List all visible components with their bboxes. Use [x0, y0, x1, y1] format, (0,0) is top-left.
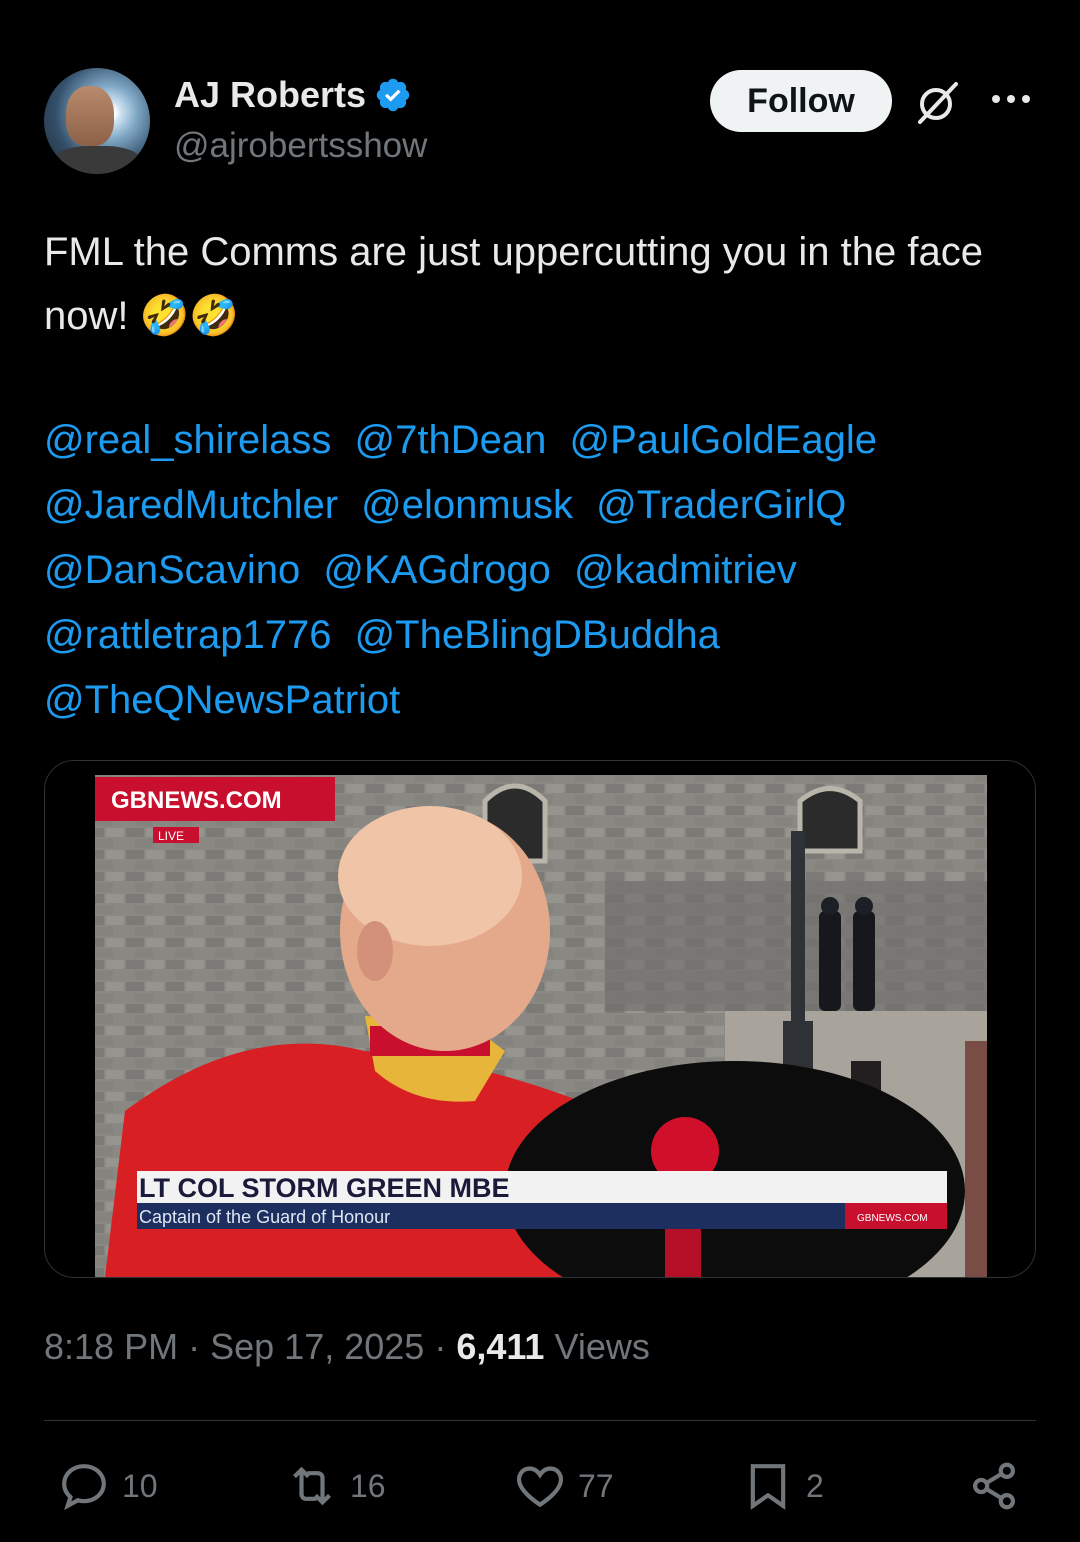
live-tag: LIVE: [158, 829, 184, 843]
like-count: 77: [578, 1467, 614, 1504]
mentions: @real_shirelass @7thDean @PaulGoldEagle …: [44, 408, 1044, 733]
grok-icon[interactable]: [914, 78, 962, 126]
bookmark-count: 2: [806, 1467, 824, 1504]
mention-link[interactable]: @DanScavino: [44, 548, 300, 592]
mention-link[interactable]: @TheQNewsPatriot: [44, 678, 400, 722]
follow-button[interactable]: Follow: [710, 70, 892, 132]
meta-separator: ·: [188, 1326, 201, 1367]
news-frame-image: GBNEWS.COM LIVE LT COL STORM GREEN MBE C…: [45, 761, 1035, 1277]
avatar-shoulders: [52, 146, 142, 174]
bookmark-button[interactable]: 2: [740, 1458, 824, 1514]
views-count: 6,411: [456, 1326, 545, 1367]
mention-link[interactable]: @rattletrap1776: [44, 613, 331, 657]
author-name-row: AJ Roberts: [174, 74, 412, 116]
tweet-text: FML the Comms are just uppercutting you …: [44, 220, 1044, 348]
bookmark-icon: [750, 1464, 786, 1510]
more-options-icon[interactable]: [988, 84, 1034, 114]
mention-link[interactable]: @kadmitriev: [574, 548, 797, 592]
mention-link[interactable]: @JaredMutchler: [44, 483, 338, 527]
like-button[interactable]: 77: [512, 1458, 614, 1514]
brand-label: GBNEWS.COM: [111, 787, 282, 814]
author-name[interactable]: AJ Roberts: [174, 74, 366, 116]
repost-icon: [293, 1466, 331, 1506]
mention-link[interactable]: @PaulGoldEagle: [569, 418, 876, 462]
mention-link[interactable]: @7thDean: [355, 418, 547, 462]
verified-badge-icon: [376, 78, 410, 112]
author-avatar[interactable]: [44, 68, 150, 174]
reply-button[interactable]: 10: [56, 1458, 158, 1514]
tweet-media[interactable]: GBNEWS.COM LIVE LT COL STORM GREEN MBE C…: [44, 760, 1036, 1278]
avatar-face: [66, 86, 114, 146]
mention-link[interactable]: @real_shirelass: [44, 418, 331, 462]
tweet-time[interactable]: 8:18 PM: [44, 1326, 178, 1367]
lower-third-subtitle: Captain of the Guard of Honour: [139, 1207, 390, 1227]
share-icon: [973, 1462, 1015, 1510]
mention-link[interactable]: @TheBlingDBuddha: [355, 613, 720, 657]
tweet-date[interactable]: Sep 17, 2025: [210, 1326, 424, 1367]
corner-brand: GBNEWS.COM: [857, 1213, 928, 1224]
mention-link[interactable]: @TraderGirlQ: [596, 483, 846, 527]
rofl-emoji: 🤣🤣: [139, 293, 240, 339]
share-button[interactable]: [966, 1458, 1022, 1514]
views-label: Views: [554, 1326, 650, 1367]
mention-link[interactable]: @elonmusk: [361, 483, 573, 527]
mention-link[interactable]: @KAGdrogo: [323, 548, 550, 592]
tweet-meta: 8:18 PM · Sep 17, 2025 · 6,411 Views: [44, 1326, 650, 1368]
reply-count: 10: [122, 1467, 158, 1504]
reply-icon: [62, 1464, 106, 1511]
lower-third-title: LT COL STORM GREEN MBE: [139, 1173, 510, 1203]
repost-count: 16: [350, 1467, 386, 1504]
author-handle[interactable]: @ajrobertsshow: [174, 126, 427, 166]
meta-separator: ·: [434, 1326, 447, 1367]
repost-button[interactable]: 16: [284, 1458, 386, 1514]
heart-icon: [516, 1466, 564, 1508]
divider: [44, 1420, 1036, 1421]
